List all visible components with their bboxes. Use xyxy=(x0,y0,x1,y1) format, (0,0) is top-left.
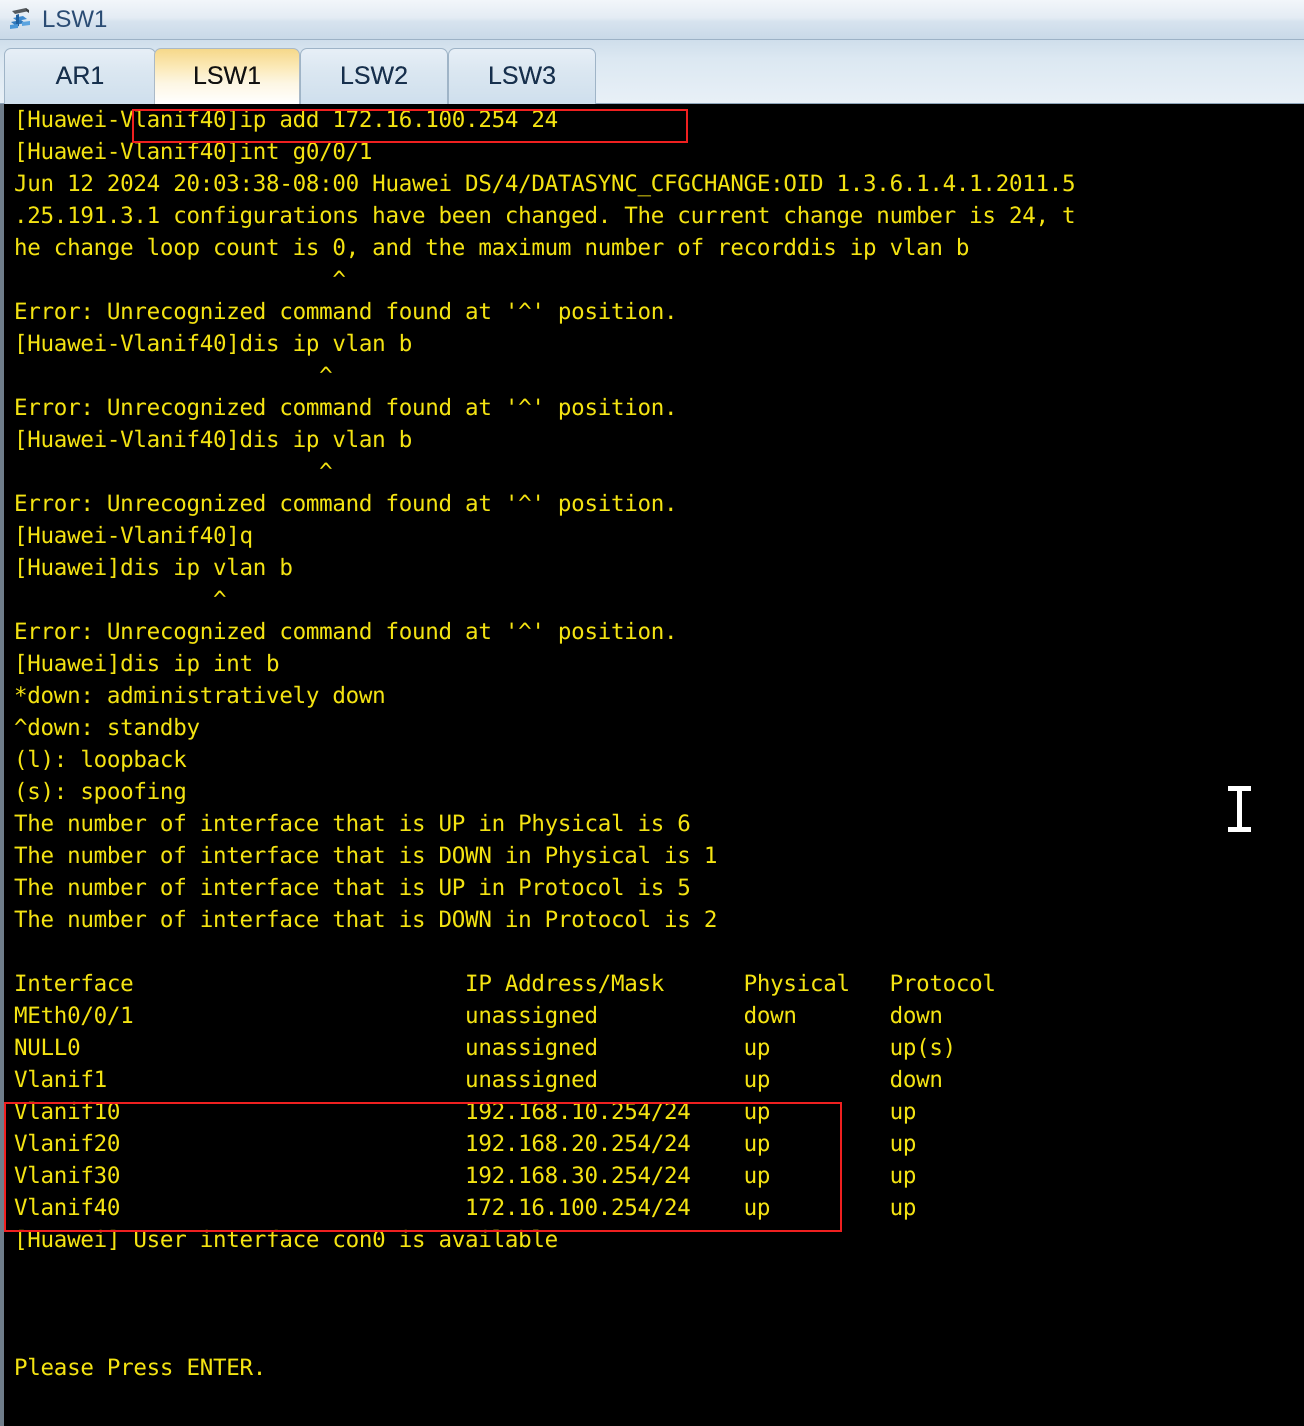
window-title-label: LSW1 xyxy=(42,5,108,33)
text-cursor-icon xyxy=(1226,782,1252,836)
console-output: [Huawei-Vlanif40]ip add 172.16.100.254 2… xyxy=(14,107,1076,1381)
tab-lsw3[interactable]: LSW3 xyxy=(448,48,596,104)
device-tab-strip: AR1 LSW1 LSW2 LSW3 xyxy=(0,40,1304,104)
cli-terminal[interactable]: [Huawei-Vlanif40]ip add 172.16.100.254 2… xyxy=(0,104,1304,1426)
tab-lsw2[interactable]: LSW2 xyxy=(300,48,448,104)
tab-ar1[interactable]: AR1 xyxy=(4,48,156,104)
window-title-bar: LSW1 xyxy=(0,0,1304,40)
tab-lsw1[interactable]: LSW1 xyxy=(154,48,300,104)
router-device-icon xyxy=(6,5,36,35)
